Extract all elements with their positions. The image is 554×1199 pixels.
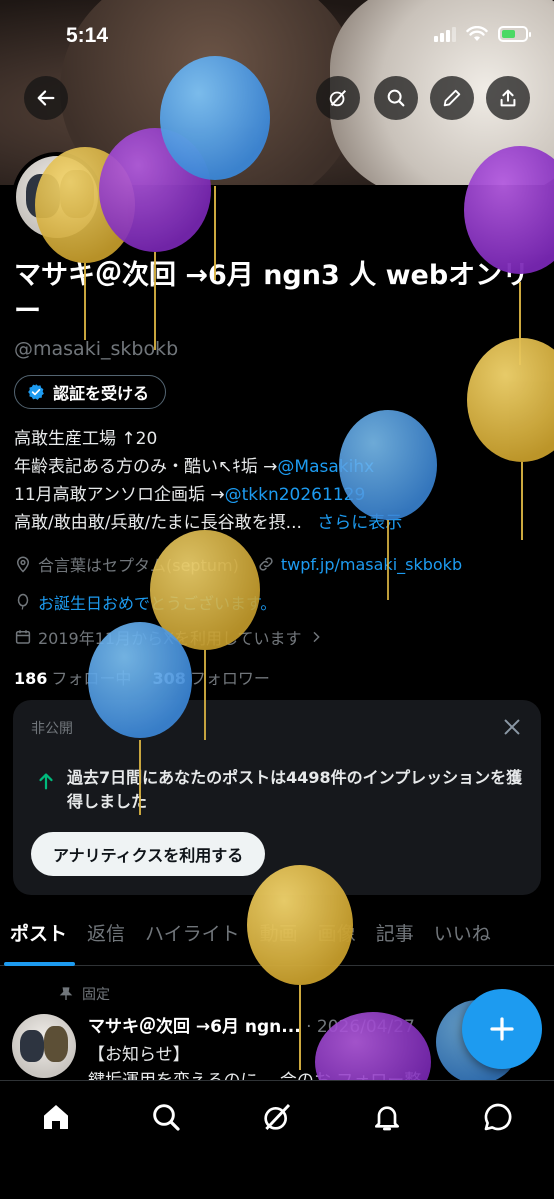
impressions-card: 非公開 過去7日間にあなたのポストは4498件のインプレッションを獲得しました … xyxy=(13,700,541,895)
balloon-yellow xyxy=(247,865,353,1070)
avatar-figure-right xyxy=(60,170,94,218)
grok-button[interactable] xyxy=(316,76,360,120)
search-icon[interactable] xyxy=(150,1101,182,1133)
followers-link[interactable]: 308 フォロワー xyxy=(153,669,270,688)
profile-website-link[interactable]: twpf.jp/masaki_skbokb xyxy=(281,555,462,574)
post-date: · 2026/04/27 xyxy=(306,1017,415,1037)
grok-icon xyxy=(329,89,347,107)
pin-icon xyxy=(59,987,73,1000)
balloon-icon xyxy=(17,593,29,610)
post-avatar[interactable] xyxy=(12,1014,76,1078)
bottom-navigation xyxy=(0,1080,554,1199)
messages-icon[interactable] xyxy=(482,1101,514,1133)
tab-replies[interactable]: 返信 xyxy=(77,908,135,966)
home-icon[interactable] xyxy=(40,1101,72,1133)
bio-line: 11月高敢アンソロ企画垢 →@tkkn20261129 xyxy=(14,485,366,505)
tab-media[interactable]: 画像 xyxy=(308,908,366,966)
post-text: 鍵垢運用を変えるのに… 会のお フォロー整 xyxy=(88,1066,421,1080)
status-time: 5:14 xyxy=(66,24,109,47)
status-bar: 5:14 xyxy=(0,0,554,72)
verified-badge-icon xyxy=(28,384,44,400)
post-text: 【お知らせ】 xyxy=(88,1045,190,1065)
bio-line: 年齢表記ある方のみ・酷い↖ｷ垢 →@Masakihx xyxy=(14,457,375,477)
link-icon xyxy=(259,557,273,571)
bio-line: 高敢生産工場 ↑20 xyxy=(14,429,158,449)
wifi-icon xyxy=(466,26,488,41)
battery-icon xyxy=(498,26,531,42)
location-pin-icon xyxy=(16,556,30,573)
bio-line: 高敢/敢由敢/兵敢/たまに長谷敢を摂... さらに表示 xyxy=(14,513,403,533)
avatar-figure-left xyxy=(26,174,60,218)
private-label: 非公開 xyxy=(31,721,73,737)
follow-stats: 186 フォロー中 308 フォロワー xyxy=(14,665,270,689)
get-verified-label: 認証を受ける xyxy=(53,384,150,403)
profile-joined-row: 2019年11月からXを利用しています xyxy=(14,625,324,649)
show-more-link[interactable]: さらに表示 xyxy=(317,513,402,533)
close-icon[interactable] xyxy=(501,716,523,738)
profile-bio: 高敢生産工場 ↑20 年齢表記ある方のみ・酷い↖ｷ垢 →@Masakihx 11… xyxy=(14,425,534,537)
profile-location: 合言葉はセプタム(septum) xyxy=(38,556,239,575)
calendar-icon xyxy=(15,630,31,644)
cellular-signal-icon xyxy=(434,26,456,42)
edit-button[interactable] xyxy=(430,76,474,120)
tab-articles[interactable]: 記事 xyxy=(366,908,424,966)
back-button[interactable] xyxy=(24,76,68,120)
arrow-up-icon xyxy=(39,773,53,790)
pinned-label: 固定 xyxy=(82,987,110,1003)
pencil-icon xyxy=(443,89,461,107)
tab-videos[interactable]: 動画 xyxy=(250,908,308,966)
profile-name: マサキ＠次回 →6月 ngn3 人 webオンリー xyxy=(14,260,530,327)
grok-icon[interactable] xyxy=(261,1101,293,1133)
analytics-button[interactable]: アナリティクスを利用する xyxy=(31,832,266,876)
share-button[interactable] xyxy=(486,76,530,120)
bio-mention-link[interactable]: @tkkn20261129 xyxy=(225,485,366,505)
impressions-message: 過去7日間にあなたのポストは4498件のインプレッションを獲得しました xyxy=(67,768,523,811)
profile-birthday: お誕生日おめでとうございます。 xyxy=(38,594,277,613)
bio-mention-link[interactable]: @Masakihx xyxy=(277,457,374,477)
tab-likes[interactable]: いいね xyxy=(424,908,501,966)
share-icon xyxy=(500,89,516,107)
pinned-indicator: 固定 xyxy=(58,984,110,1004)
back-arrow-icon xyxy=(37,90,55,106)
profile-meta-row: 合言葉はセプタム(septum) twpf.jp/masaki_skbokb xyxy=(14,552,462,576)
search-icon xyxy=(387,89,405,107)
profile-tabs: ポスト 返信 ハイライト 動画 画像 記事 いいね xyxy=(0,908,554,966)
profile-handle: @masaki_skbokb xyxy=(14,338,179,360)
following-link[interactable]: 186 フォロー中 xyxy=(14,669,131,688)
notifications-icon[interactable] xyxy=(371,1101,403,1133)
chevron-right-icon[interactable] xyxy=(308,629,324,645)
get-verified-button[interactable]: 認証を受ける xyxy=(14,375,167,409)
plus-icon xyxy=(490,1017,514,1041)
profile-avatar[interactable] xyxy=(12,152,102,242)
profile-birthday-row: お誕生日おめでとうございます。 xyxy=(14,590,276,614)
tab-highlights[interactable]: ハイライト xyxy=(135,908,250,966)
profile-joined: 2019年11月からXを利用しています xyxy=(38,629,302,648)
tab-posts[interactable]: ポスト xyxy=(0,908,77,966)
search-button[interactable] xyxy=(374,76,418,120)
compose-post-button[interactable] xyxy=(462,989,542,1069)
post-author[interactable]: マサキ＠次回 →6月 ngn... xyxy=(88,1017,301,1037)
